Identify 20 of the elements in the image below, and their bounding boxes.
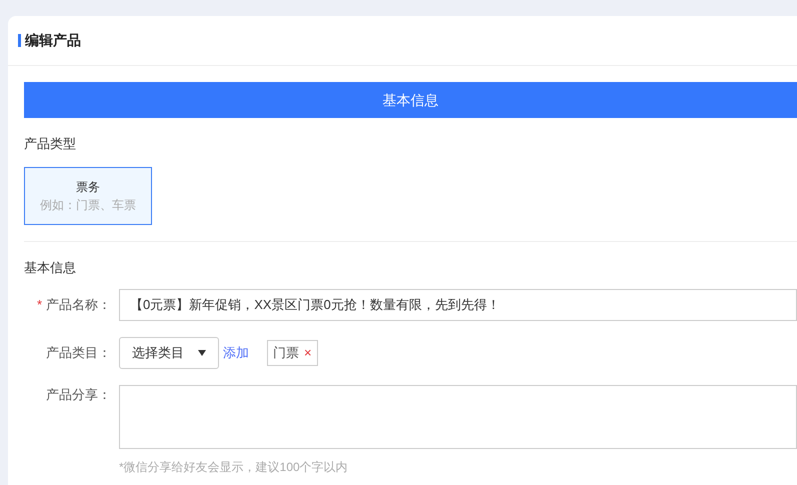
share-textarea[interactable] xyxy=(119,385,797,449)
type-option[interactable]: 票务 例如：门票、车票 xyxy=(24,166,152,224)
option-title: 票务 xyxy=(76,178,100,196)
hint-text: *微信分享给好友会显示，建议100个字以内 xyxy=(119,460,348,474)
field-label: 产品分享： xyxy=(46,386,111,404)
field-label: 产品名称： xyxy=(46,296,111,314)
title-accent xyxy=(18,34,21,47)
tag-text: 门票 xyxy=(273,344,299,362)
caret-icon xyxy=(198,350,206,356)
field-label: 产品类目： xyxy=(46,344,111,362)
category-select[interactable]: 选择类目 xyxy=(119,337,219,369)
product-name-field[interactable]: 【0元票】新年促销，XX景区门票0元抢！数量有限，先到先得！ xyxy=(119,289,797,321)
tag-remove[interactable]: × xyxy=(304,343,312,363)
option-example: 例如：门票、车票 xyxy=(40,196,136,214)
required-mark: * xyxy=(36,296,42,314)
section-heading: 产品类型 xyxy=(24,135,77,153)
add-link[interactable]: 添加 xyxy=(223,343,249,363)
section-heading: 基本信息 xyxy=(24,258,77,276)
section-banner: 基本信息 xyxy=(24,82,797,118)
page-title: 编辑产品 xyxy=(25,31,81,50)
